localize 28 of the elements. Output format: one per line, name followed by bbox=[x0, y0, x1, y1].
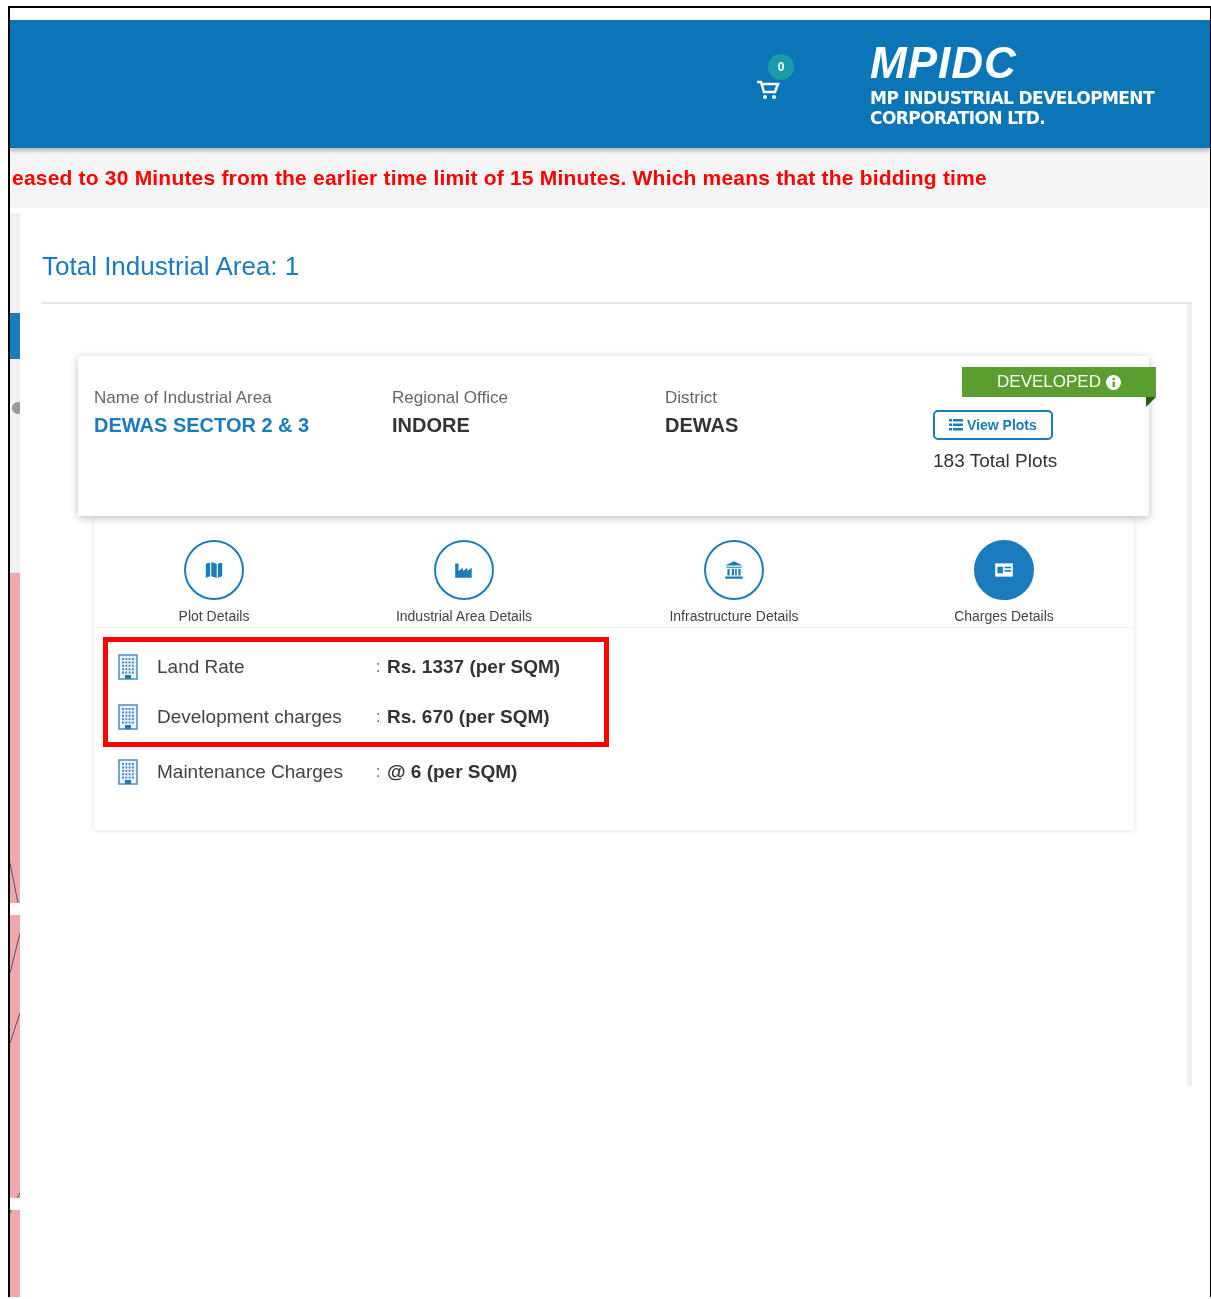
charge-value: Rs. 670 (per SQM) bbox=[387, 706, 550, 728]
charge-name: Land Rate bbox=[156, 656, 246, 678]
charge-name: Maintenance Charges bbox=[156, 761, 344, 783]
details-tab[interactable]: Plot Details bbox=[94, 540, 334, 627]
notice-text: eased to 30 Minutes from the earlier time limit of 15 Minutes. Which means that the bidding time bbox=[11, 166, 987, 190]
page-title: Total Industrial Area: 1 bbox=[42, 213, 1192, 304]
field-label: Regional Office bbox=[392, 388, 509, 408]
cart-count-badge: 0 bbox=[768, 54, 795, 80]
field-value: INDORE bbox=[392, 414, 471, 437]
total-plots: 183 Total Plots bbox=[933, 450, 1058, 472]
organization-name: CORPORATION LTD. bbox=[870, 108, 1047, 128]
logo: MPIDC bbox=[870, 40, 1018, 86]
details-tab[interactable]: Industrial Area Details bbox=[334, 540, 594, 627]
separator: : bbox=[376, 658, 382, 676]
separator: : bbox=[376, 708, 382, 726]
charge-name: Development charges bbox=[156, 706, 343, 728]
details-tab[interactable]: Infrastructure Details bbox=[594, 540, 874, 627]
details-tab[interactable]: Charges Details bbox=[874, 540, 1134, 627]
area-name-link[interactable]: DEWAS SECTOR 2 & 3 bbox=[94, 414, 392, 437]
separator: : bbox=[376, 763, 382, 781]
charge-value: @ 6 (per SQM) bbox=[387, 761, 518, 783]
organization-name: MP INDUSTRIAL DEVELOPMENT bbox=[870, 88, 1154, 108]
field-label: District bbox=[665, 388, 718, 408]
field-label: Name of Industrial Area bbox=[94, 388, 273, 408]
charge-value: Rs. 1337 (per SQM) bbox=[387, 656, 561, 678]
status-ribbon: DEVELOPED bbox=[962, 367, 1156, 397]
view-plots-button[interactable]: View Plots bbox=[933, 410, 1053, 440]
field-value: DEWAS bbox=[665, 414, 740, 437]
